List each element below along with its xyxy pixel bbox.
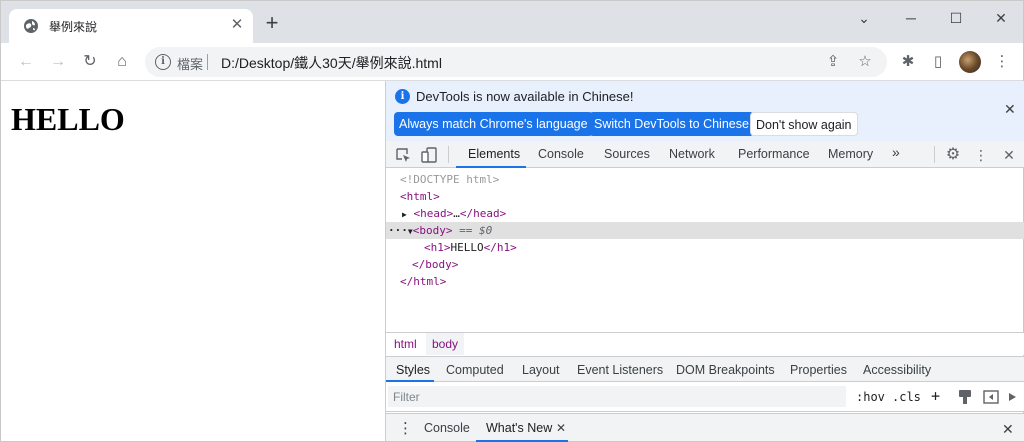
styles-tabbar: Styles Computed Layout Event Listeners D…: [386, 356, 1024, 382]
tab-close-icon[interactable]: ✕: [229, 17, 245, 33]
globe-icon: [24, 19, 38, 33]
forward-button[interactable]: →: [47, 51, 69, 73]
share-icon[interactable]: ⇪: [823, 52, 843, 72]
browser-toolbar: ← → ↻ ⌂ i 檔案 D:/Desktop/鐵人30天/舉例來說.html …: [1, 43, 1023, 81]
tab-search-icon[interactable]: ⌄: [849, 7, 879, 29]
address-bar[interactable]: i 檔案 D:/Desktop/鐵人30天/舉例來說.html ⇪ ☆: [145, 47, 887, 77]
tab-performance[interactable]: Performance: [738, 147, 810, 161]
infobar-close-icon[interactable]: ✕: [1004, 101, 1016, 118]
html-close-tag: </html>: [400, 275, 447, 288]
tab-strip: 舉例來說 ✕ + ⌄ ─ ☐ ✕: [1, 1, 1023, 43]
breadcrumb: html body: [386, 332, 1024, 355]
head-close-tag: </head>: [459, 207, 507, 220]
dom-node-body-close[interactable]: </body>: [386, 256, 1024, 273]
drawer-close-icon[interactable]: ✕: [1002, 421, 1014, 438]
whats-new-close-icon[interactable]: ✕: [556, 421, 566, 435]
tab-elements[interactable]: Elements: [468, 147, 520, 161]
breadcrumb-html[interactable]: html: [388, 333, 423, 355]
switch-language-button[interactable]: Switch DevTools to Chinese: [589, 112, 754, 136]
new-tab-button[interactable]: +: [263, 12, 281, 34]
site-info-icon[interactable]: i: [155, 54, 171, 70]
drawer-menu-icon[interactable]: ⋮: [398, 419, 413, 437]
tab-separator: [934, 146, 935, 163]
tab-styles[interactable]: Styles: [396, 363, 430, 377]
minimize-button[interactable]: ─: [896, 7, 926, 29]
more-tabs-icon[interactable]: »: [892, 144, 900, 160]
devtools-drawer: ⋮ Console What's New ✕ ✕: [386, 413, 1024, 442]
browser-tab[interactable]: 舉例來說 ✕: [9, 9, 253, 43]
url-text[interactable]: D:/Desktop/鐵人30天/舉例來說.html: [221, 53, 442, 73]
tab-network[interactable]: Network: [669, 147, 715, 161]
devtools-close-icon[interactable]: ✕: [1000, 146, 1018, 164]
expand-arrow-icon[interactable]: ▶: [402, 210, 407, 219]
tab-layout[interactable]: Layout: [522, 363, 560, 377]
dom-node-doctype[interactable]: <!DOCTYPE html>: [386, 171, 1024, 188]
tab-memory[interactable]: Memory: [828, 147, 873, 161]
match-language-button[interactable]: Always match Chrome's language: [394, 112, 593, 136]
tab-dom-breakpoints[interactable]: DOM Breakpoints: [676, 363, 775, 377]
tab-title: 舉例來說: [49, 20, 98, 34]
selected-node-marker: == $0: [459, 224, 493, 237]
class-toggle[interactable]: .cls: [892, 390, 921, 404]
styles-filter-bar: :hov .cls +: [386, 382, 1024, 412]
browser-window: 舉例來說 ✕ + ⌄ ─ ☐ ✕ ← → ↻ ⌂ i 檔案 D:/Desktop…: [0, 0, 1024, 442]
tab-separator: [448, 146, 449, 163]
h1-close-tag: </h1>: [483, 241, 517, 254]
paint-brush-icon[interactable]: [956, 388, 974, 406]
body-close-tag: </body>: [412, 258, 459, 271]
devtools-tabbar: Elements Console Sources Network Perform…: [386, 141, 1024, 168]
language-infobar: i DevTools is now available in Chinese! …: [386, 81, 1024, 141]
dom-tree: <!DOCTYPE html> <html> ▶ <head>…</head> …: [386, 168, 1024, 332]
devtools-panel: i DevTools is now available in Chinese! …: [385, 81, 1024, 442]
maximize-button[interactable]: ☐: [941, 7, 971, 29]
tab-console[interactable]: Console: [538, 147, 584, 161]
color-format-icon[interactable]: [1006, 388, 1020, 406]
tab-computed[interactable]: Computed: [446, 363, 504, 377]
info-icon: i: [395, 89, 410, 104]
node-actions-icon[interactable]: ···: [388, 224, 408, 237]
styles-filter-input[interactable]: [388, 386, 846, 407]
dom-node-head[interactable]: ▶ <head>…</head>: [386, 205, 1024, 222]
tab-properties[interactable]: Properties: [790, 363, 847, 377]
h1-text-node: HELLO: [450, 241, 484, 254]
new-style-rule-icon[interactable]: +: [931, 387, 940, 405]
back-button[interactable]: ←: [15, 51, 37, 73]
address-separator: [207, 54, 208, 70]
breadcrumb-body[interactable]: body: [426, 333, 465, 355]
computed-sidebar-icon[interactable]: [982, 388, 1000, 406]
drawer-tab-console[interactable]: Console: [424, 421, 470, 435]
reload-button[interactable]: ↻: [79, 51, 101, 73]
bookmark-star-icon[interactable]: ☆: [855, 52, 875, 72]
side-panel-icon[interactable]: ▯: [927, 51, 949, 73]
inspect-element-icon[interactable]: [394, 146, 412, 164]
home-button[interactable]: ⌂: [111, 51, 133, 73]
close-window-button[interactable]: ✕: [986, 7, 1016, 29]
doctype-text: <!DOCTYPE html>: [400, 173, 500, 186]
html-open-tag: <html>: [400, 190, 440, 203]
page-viewport: HELLO: [1, 81, 385, 441]
infobar-message: DevTools is now available in Chinese!: [416, 89, 634, 104]
head-ellipsis: …: [453, 207, 460, 220]
chrome-menu-icon[interactable]: ⋮: [991, 51, 1013, 73]
dom-node-html[interactable]: <html>: [386, 188, 1024, 205]
head-open-tag: <head>: [413, 207, 454, 220]
dont-show-again-button[interactable]: Don't show again: [750, 112, 858, 136]
settings-gear-icon[interactable]: ⚙: [944, 146, 962, 164]
device-toolbar-icon[interactable]: [420, 146, 438, 164]
file-scheme-label: 檔案: [177, 57, 204, 72]
dom-node-html-close[interactable]: </html>: [386, 273, 1024, 290]
drawer-tab-whats-new[interactable]: What's New: [486, 421, 552, 435]
extensions-icon[interactable]: ✱: [897, 51, 919, 73]
devtools-more-icon[interactable]: ⋮: [972, 146, 990, 164]
tab-event-listeners[interactable]: Event Listeners: [577, 363, 663, 377]
page-heading: HELLO: [11, 101, 125, 137]
dom-node-body[interactable]: ···▼<body> == $0: [386, 222, 1024, 239]
hover-state-toggle[interactable]: :hov: [856, 390, 885, 404]
body-open-tag: <body>: [412, 224, 453, 237]
dom-node-h1[interactable]: <h1>HELLO</h1>: [386, 239, 1024, 256]
h1-open-tag: <h1>: [424, 241, 451, 254]
profile-avatar[interactable]: [959, 51, 981, 73]
tab-sources[interactable]: Sources: [604, 147, 650, 161]
tab-accessibility[interactable]: Accessibility: [863, 363, 931, 377]
